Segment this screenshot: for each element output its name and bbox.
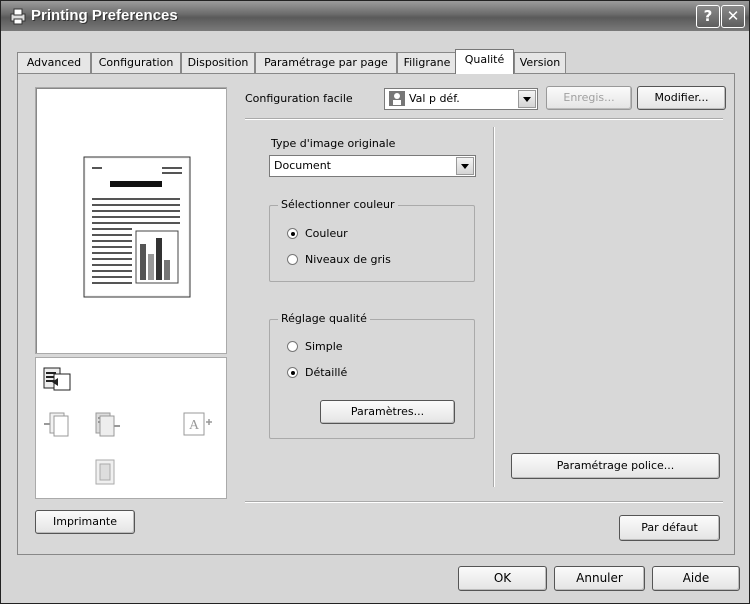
tab-advanced[interactable]: Advanced bbox=[17, 52, 91, 73]
window-title: Printing Preferences bbox=[31, 7, 178, 24]
printer-button[interactable]: Imprimante bbox=[35, 510, 135, 534]
help-title-button[interactable]: ? bbox=[696, 5, 720, 28]
paper-feed-icon bbox=[43, 367, 71, 391]
title-bar: Printing Preferences ? ✕ bbox=[1, 1, 749, 31]
duplex-right-icon bbox=[95, 412, 120, 437]
parameters-button[interactable]: Paramètres... bbox=[320, 400, 455, 424]
easy-setup-select[interactable]: Val p déf. bbox=[384, 88, 538, 110]
tab-quality[interactable]: Qualité bbox=[455, 49, 514, 74]
color-groupbox: Sélectionner couleur bbox=[269, 198, 475, 282]
cancel-button[interactable]: Annuler bbox=[554, 566, 645, 591]
bottom-divider bbox=[245, 501, 723, 503]
modify-setup-button[interactable]: Modifier... bbox=[637, 86, 726, 110]
font-a-icon: A bbox=[183, 412, 212, 436]
save-setup-button[interactable]: Enregis... bbox=[546, 86, 632, 110]
chevron-down-icon[interactable] bbox=[456, 157, 474, 175]
duplex-left-icon bbox=[44, 412, 69, 437]
printing-preferences-window: Printing Preferences ? ✕ Advanced Config… bbox=[0, 0, 750, 604]
image-type-select[interactable]: Document bbox=[269, 155, 476, 177]
options-icon-panel: A bbox=[35, 357, 227, 499]
stamp-icon bbox=[95, 459, 115, 485]
ok-button[interactable]: OK bbox=[458, 566, 547, 591]
font-settings-button[interactable]: Paramétrage police... bbox=[511, 453, 720, 479]
easy-setup-label: Configuration facile bbox=[245, 92, 353, 105]
tab-version[interactable]: Version bbox=[514, 52, 566, 73]
tab-disposition[interactable]: Disposition bbox=[181, 52, 255, 73]
page-preview bbox=[35, 87, 227, 354]
vertical-divider bbox=[493, 127, 495, 487]
printer-icon bbox=[10, 8, 26, 25]
close-title-button[interactable]: ✕ bbox=[721, 5, 745, 28]
image-type-label: Type d'image originale bbox=[271, 137, 396, 150]
tab-configuration[interactable]: Configuration bbox=[91, 52, 181, 73]
tab-watermark[interactable]: Filigrane bbox=[397, 52, 457, 73]
user-favorite-icon bbox=[389, 91, 405, 106]
document-preview-image bbox=[83, 156, 191, 298]
svg-text:A: A bbox=[189, 418, 200, 433]
top-divider bbox=[245, 118, 723, 120]
help-button[interactable]: Aide bbox=[652, 566, 740, 591]
chevron-down-icon[interactable] bbox=[518, 90, 536, 108]
tab-page-settings[interactable]: Paramétrage par page bbox=[255, 52, 397, 73]
default-button[interactable]: Par défaut bbox=[619, 515, 720, 541]
